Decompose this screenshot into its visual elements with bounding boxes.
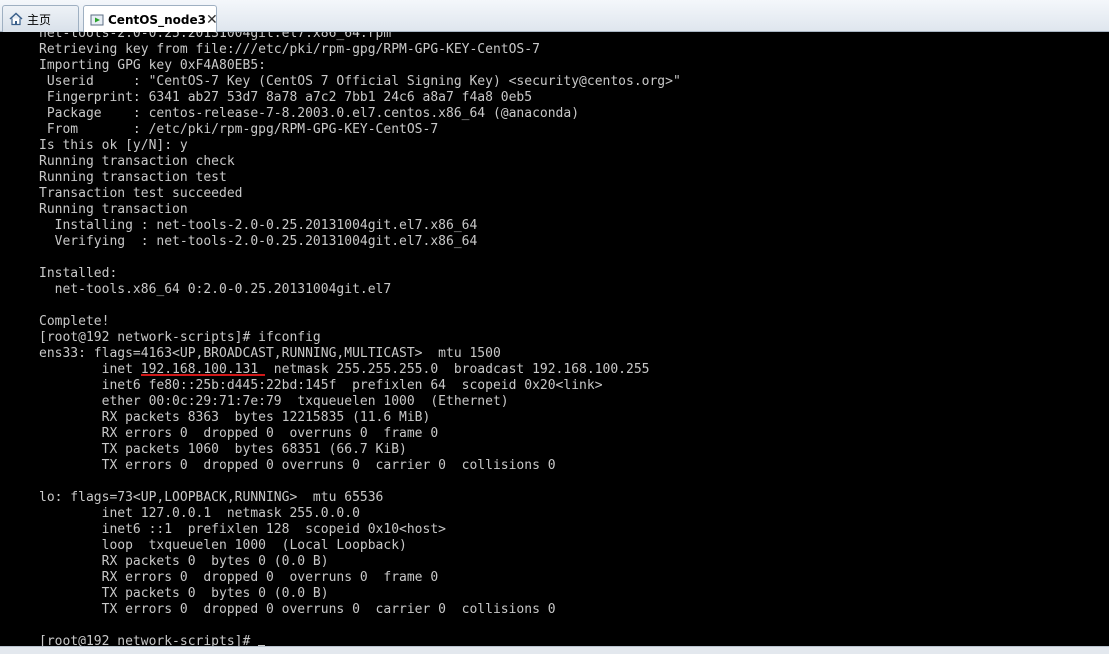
console-line: ens33: flags=4163<UP,BROADCAST,RUNNING,M…	[39, 346, 501, 361]
console-line: inet 127.0.0.1 netmask 255.0.0.0	[39, 506, 360, 521]
tab-centos-node3-label: CentOS_node3	[108, 12, 206, 27]
console-line: net-tools.x86_64 0:2.0-0.25.20131004git.…	[39, 282, 392, 297]
console-line: Installing : net-tools-2.0-0.25.20131004…	[39, 218, 478, 233]
ip-underline-annotation	[141, 374, 265, 376]
vmware-window: 主页 CentOS_node3 ✕ net-tools-2.0-0.25.201…	[0, 0, 1109, 654]
tab-centos-node3[interactable]: CentOS_node3 ✕	[83, 5, 218, 33]
console-line: Userid : "CentOS-7 Key (CentOS 7 Officia…	[39, 74, 681, 89]
console-line: TX errors 0 dropped 0 overruns 0 carrier…	[39, 458, 556, 473]
console-line: Complete!	[39, 314, 110, 329]
console-line: lo: flags=73<UP,LOOPBACK,RUNNING> mtu 65…	[39, 490, 384, 505]
console-line: From : /etc/pki/rpm-gpg/RPM-GPG-KEY-Cent…	[39, 122, 439, 137]
console-line: Verifying : net-tools-2.0-0.25.20131004g…	[39, 234, 478, 249]
console-line: Fingerprint: 6341 ab27 53d7 8a78 a7c2 7b…	[39, 90, 533, 105]
shell-prompt: [root@192 network-scripts]#	[39, 634, 259, 646]
console-line: RX packets 8363 bytes 12215835 (11.6 MiB…	[39, 410, 431, 425]
console-output: net-tools-2.0-0.25.20131004git.el7.x86_6…	[39, 32, 681, 646]
tab-home[interactable]: 主页	[2, 5, 79, 32]
home-icon	[9, 12, 23, 26]
console-line: Running transaction check	[39, 154, 235, 169]
console-line: Transaction test succeeded	[39, 186, 243, 201]
console-line: RX errors 0 dropped 0 overruns 0 frame 0	[39, 426, 439, 441]
console-line: Installed:	[39, 266, 118, 281]
console-line: loop txqueuelen 1000 (Local Loopback)	[39, 538, 407, 553]
status-bar	[0, 646, 1109, 654]
console-line: RX packets 0 bytes 0 (0.0 B)	[39, 554, 329, 569]
console-line: ether 00:0c:29:71:7e:79 txqueuelen 1000 …	[39, 394, 509, 409]
close-icon[interactable]: ✕	[206, 13, 218, 27]
console-line: TX packets 0 bytes 0 (0.0 B)	[39, 586, 329, 601]
console-line: Importing GPG key 0xF4A80EB5:	[39, 58, 266, 73]
console-line: net-tools-2.0-0.25.20131004git.el7.x86_6…	[39, 32, 392, 41]
tab-home-label: 主页	[27, 12, 52, 27]
console-line: Package : centos-release-7-8.2003.0.el7.…	[39, 106, 580, 121]
console-line: RX errors 0 dropped 0 overruns 0 frame 0	[39, 570, 439, 585]
console-line: [root@192 network-scripts]# ifconfig	[39, 330, 321, 345]
vm-power-icon	[90, 13, 104, 27]
console-line: TX packets 1060 bytes 68351 (66.7 KiB)	[39, 442, 407, 457]
tab-bar: 主页 CentOS_node3 ✕	[0, 0, 1109, 33]
console-line: inet6 fe80::25b:d445:22bd:145f prefixlen…	[39, 378, 603, 393]
console-line: TX errors 0 dropped 0 overruns 0 carrier…	[39, 602, 556, 617]
console-line: Is this ok [y/N]: y	[39, 138, 188, 153]
console-line: inet6 ::1 prefixlen 128 scopeid 0x10<hos…	[39, 522, 446, 537]
console-prompt-line[interactable]: [root@192 network-scripts]#	[39, 634, 681, 646]
console-line: Retrieving key from file:///etc/pki/rpm-…	[39, 42, 540, 57]
vm-console[interactable]: net-tools-2.0-0.25.20131004git.el7.x86_6…	[0, 32, 1109, 646]
console-line: Running transaction test	[39, 170, 227, 185]
console-line: Running transaction	[39, 202, 188, 217]
console-line: inet 192.168.100.131 netmask 255.255.255…	[39, 362, 650, 377]
